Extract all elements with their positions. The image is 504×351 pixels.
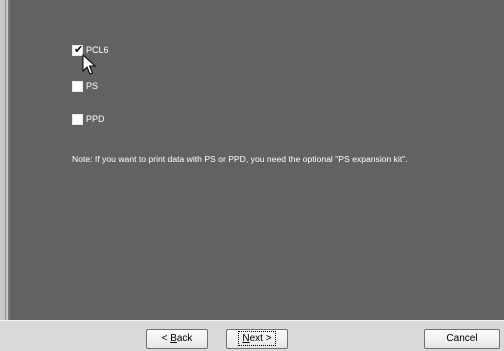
next-rest: ext > <box>249 333 272 344</box>
back-accel: B <box>170 333 177 344</box>
ppd-checkbox[interactable] <box>72 113 83 125</box>
edge-line <box>5 0 6 320</box>
next-focus-ring: Next > <box>238 331 276 346</box>
option-ppd[interactable]: PPD <box>72 111 105 127</box>
back-prefix: < <box>161 333 171 344</box>
option-ps[interactable]: PS <box>72 78 98 94</box>
back-rest: ack <box>176 333 193 344</box>
cancel-button[interactable]: Cancel <box>424 329 500 349</box>
ps-label: PS <box>86 81 99 91</box>
ps-kit-note: Note: If you want to print data with PS … <box>72 154 408 164</box>
next-accel: N <box>242 333 250 344</box>
window-left-edge <box>0 0 8 320</box>
back-button[interactable]: < Back <box>146 329 208 349</box>
ppd-label: PPD <box>86 114 105 124</box>
ps-checkbox[interactable] <box>72 80 83 92</box>
mouse-pointer-icon <box>82 54 96 75</box>
panel-highlight <box>8 0 10 320</box>
next-button[interactable]: Next > <box>226 329 288 349</box>
